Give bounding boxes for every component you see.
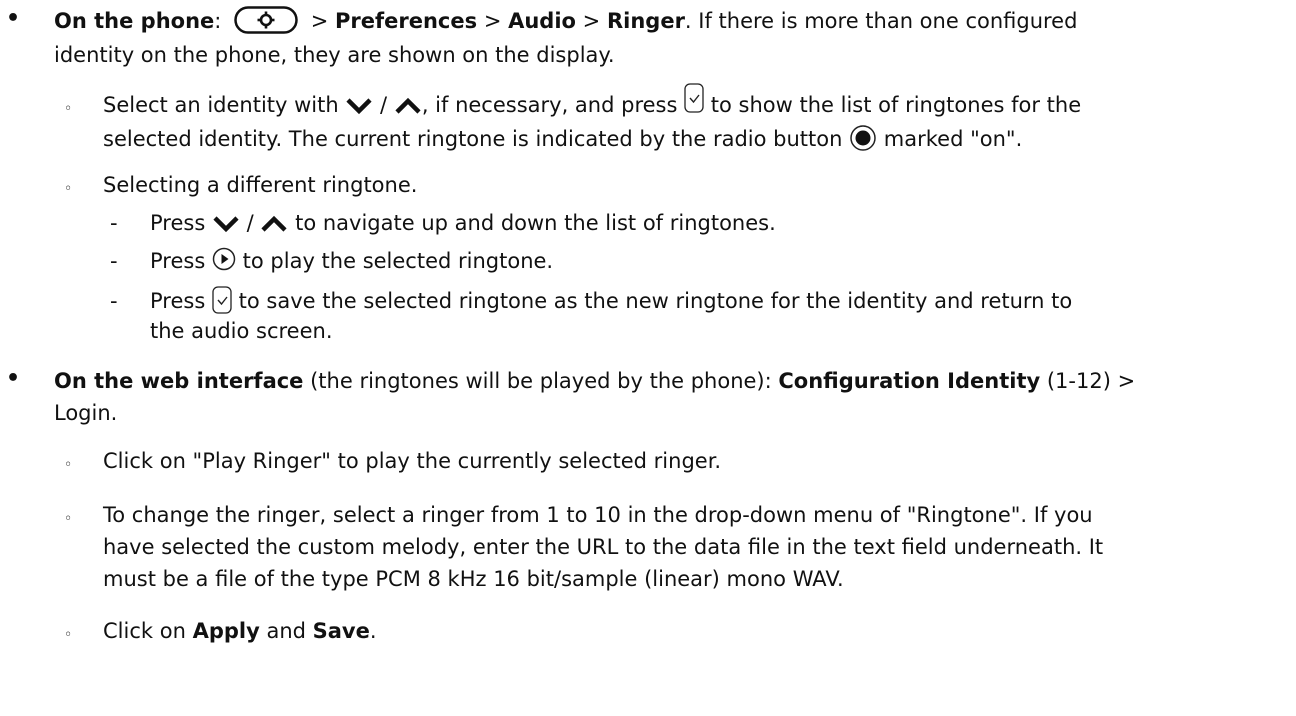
down-chevron-icon [345,97,373,115]
bullet2-sub2-line3: must be a file of the type PCM 8 kHz 16 … [103,567,844,591]
dash3-line2: the audio screen. [150,319,333,343]
bullet2-sub1: Click on "Play Ringer" to play the curre… [103,449,722,473]
on-the-web-interface-label: On the web interface [54,369,304,393]
bullet-marker: • [6,6,21,31]
radio-on-icon [849,124,877,152]
ok-check-icon [684,83,704,113]
sub-bullet-marker: ◦ [64,627,73,643]
bullet2-sub3: Click on Apply and Save. [103,619,377,643]
bullet2-sub2-line2: have selected the custom melody, enter t… [103,535,1104,559]
sub-bullet-marker: ◦ [64,511,73,527]
play-icon [212,247,236,271]
sub2-line: Selecting a different ringtone. [103,173,418,197]
bullet2-line1: On the web interface (the ringtones will… [54,369,1136,393]
dash-marker: - [110,211,118,235]
sub1-line2: selected identity. The current ringtone … [103,124,1022,154]
ok-check-icon [212,286,232,314]
sub-bullet-marker: ◦ [64,101,73,117]
menu-path-preferences: Preferences [335,9,478,33]
dash-marker: - [110,249,118,273]
sub1-line1: Select an identity with / , if necessary… [103,83,1081,121]
document-page: • On the phone: > Preferences > Audio > … [0,0,1296,716]
on-the-phone-label: On the phone [54,9,215,33]
menu-path-ringer: Ringer [606,9,685,33]
dash2-line: Press to play the selected ringtone. [150,247,554,273]
save-label: Save [312,619,370,643]
sub-bullet-marker: ◦ [64,181,73,197]
menu-path-audio: Audio [508,9,576,33]
bullet-marker: • [6,366,21,391]
up-chevron-icon [260,215,288,233]
bullet2-sub2-line1: To change the ringer, select a ringer fr… [103,503,1093,527]
dash1-line: Press / to navigate up and down the list… [150,211,776,235]
dash-marker: - [110,289,118,313]
bullet2-line2: Login. [54,401,118,425]
bullet1-line2: identity on the phone, they are shown on… [54,43,615,67]
up-chevron-icon [394,97,422,115]
sub-bullet-marker: ◦ [64,457,73,473]
bullet1-line1: On the phone: > Preferences > Audio > Ri… [54,6,1077,36]
settings-key-icon [234,6,298,34]
down-chevron-icon [212,215,240,233]
dash3-line1: Press to save the selected ringtone as t… [150,286,1072,316]
menu-path-configuration-identity: Configuration Identity [778,369,1041,393]
apply-label: Apply [192,619,260,643]
